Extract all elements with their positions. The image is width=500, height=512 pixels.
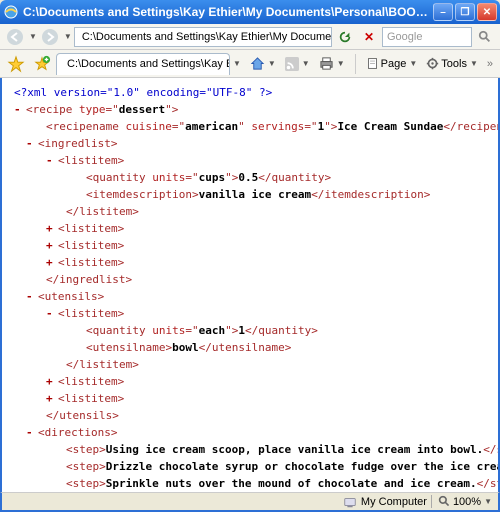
collapse-toggle[interactable]: -	[46, 305, 54, 322]
close-button[interactable]: ✕	[477, 3, 497, 21]
minimize-button[interactable]: –	[433, 3, 453, 21]
help-chevron[interactable]: »	[484, 56, 496, 72]
address-text: C:\Documents and Settings\Kay Ethier\My …	[82, 31, 332, 43]
collapse-toggle[interactable]: -	[26, 424, 34, 441]
collapse-toggle[interactable]: -	[26, 288, 34, 305]
favorites-star-icon[interactable]	[4, 52, 28, 76]
address-toolbar: ▼ ▼ C:\Documents and Settings\Kay Ethier…	[0, 24, 500, 50]
collapse-toggle[interactable]: -	[46, 152, 54, 169]
window-titlebar: C:\Documents and Settings\Kay Ethier\My …	[0, 0, 500, 24]
expand-toggle[interactable]: +	[46, 254, 54, 271]
address-bar[interactable]: C:\Documents and Settings\Kay Ethier\My …	[74, 27, 332, 47]
collapse-toggle[interactable]: -	[26, 135, 34, 152]
tools-menu[interactable]: Tools▼	[423, 55, 481, 72]
expand-toggle[interactable]: +	[46, 220, 54, 237]
add-favorite-icon[interactable]	[30, 52, 54, 76]
window-title: C:\Documents and Settings\Kay Ethier\My …	[23, 5, 433, 19]
expand-toggle[interactable]: +	[46, 373, 54, 390]
ie-icon	[3, 4, 19, 20]
stop-button[interactable]: ✕	[358, 26, 380, 48]
expand-toggle[interactable]: +	[46, 390, 54, 407]
back-dropdown[interactable]: ▼	[29, 32, 37, 41]
zone-text: My Computer	[361, 496, 427, 508]
browser-tab[interactable]: C:\Documents and Settings\Kay Ethier\My …	[56, 53, 230, 75]
expand-toggle[interactable]: +	[46, 237, 54, 254]
zoom-level[interactable]: 100%	[453, 496, 481, 508]
xml-content-area: <?xml version="1.0" encoding="UTF-8" ?> …	[0, 78, 500, 492]
tab-title: C:\Documents and Settings\Kay Ethier\My …	[67, 58, 230, 70]
status-bar: My Computer 100% ▼	[0, 492, 500, 512]
zoom-icon[interactable]	[438, 495, 451, 508]
tab-toolbar: C:\Documents and Settings\Kay Ethier\My …	[0, 50, 500, 78]
zone-icon	[343, 495, 357, 509]
search-go-button[interactable]	[474, 26, 496, 48]
search-box[interactable]: Google	[382, 27, 472, 47]
collapse-toggle[interactable]: -	[14, 101, 22, 118]
refresh-button[interactable]	[334, 26, 356, 48]
print-button[interactable]: ▼	[316, 54, 348, 73]
page-menu[interactable]: Page▼	[363, 55, 421, 72]
home-button[interactable]: ▼	[247, 54, 279, 73]
maximize-button[interactable]: ❐	[455, 3, 475, 21]
zoom-dropdown[interactable]: ▼	[484, 497, 492, 506]
search-placeholder: Google	[387, 31, 422, 43]
forward-button[interactable]	[39, 26, 61, 48]
back-button[interactable]	[4, 26, 26, 48]
forward-dropdown[interactable]: ▼	[64, 32, 72, 41]
tab-list-dropdown[interactable]: ▼	[233, 59, 241, 68]
feeds-button[interactable]: ▼	[282, 55, 313, 73]
